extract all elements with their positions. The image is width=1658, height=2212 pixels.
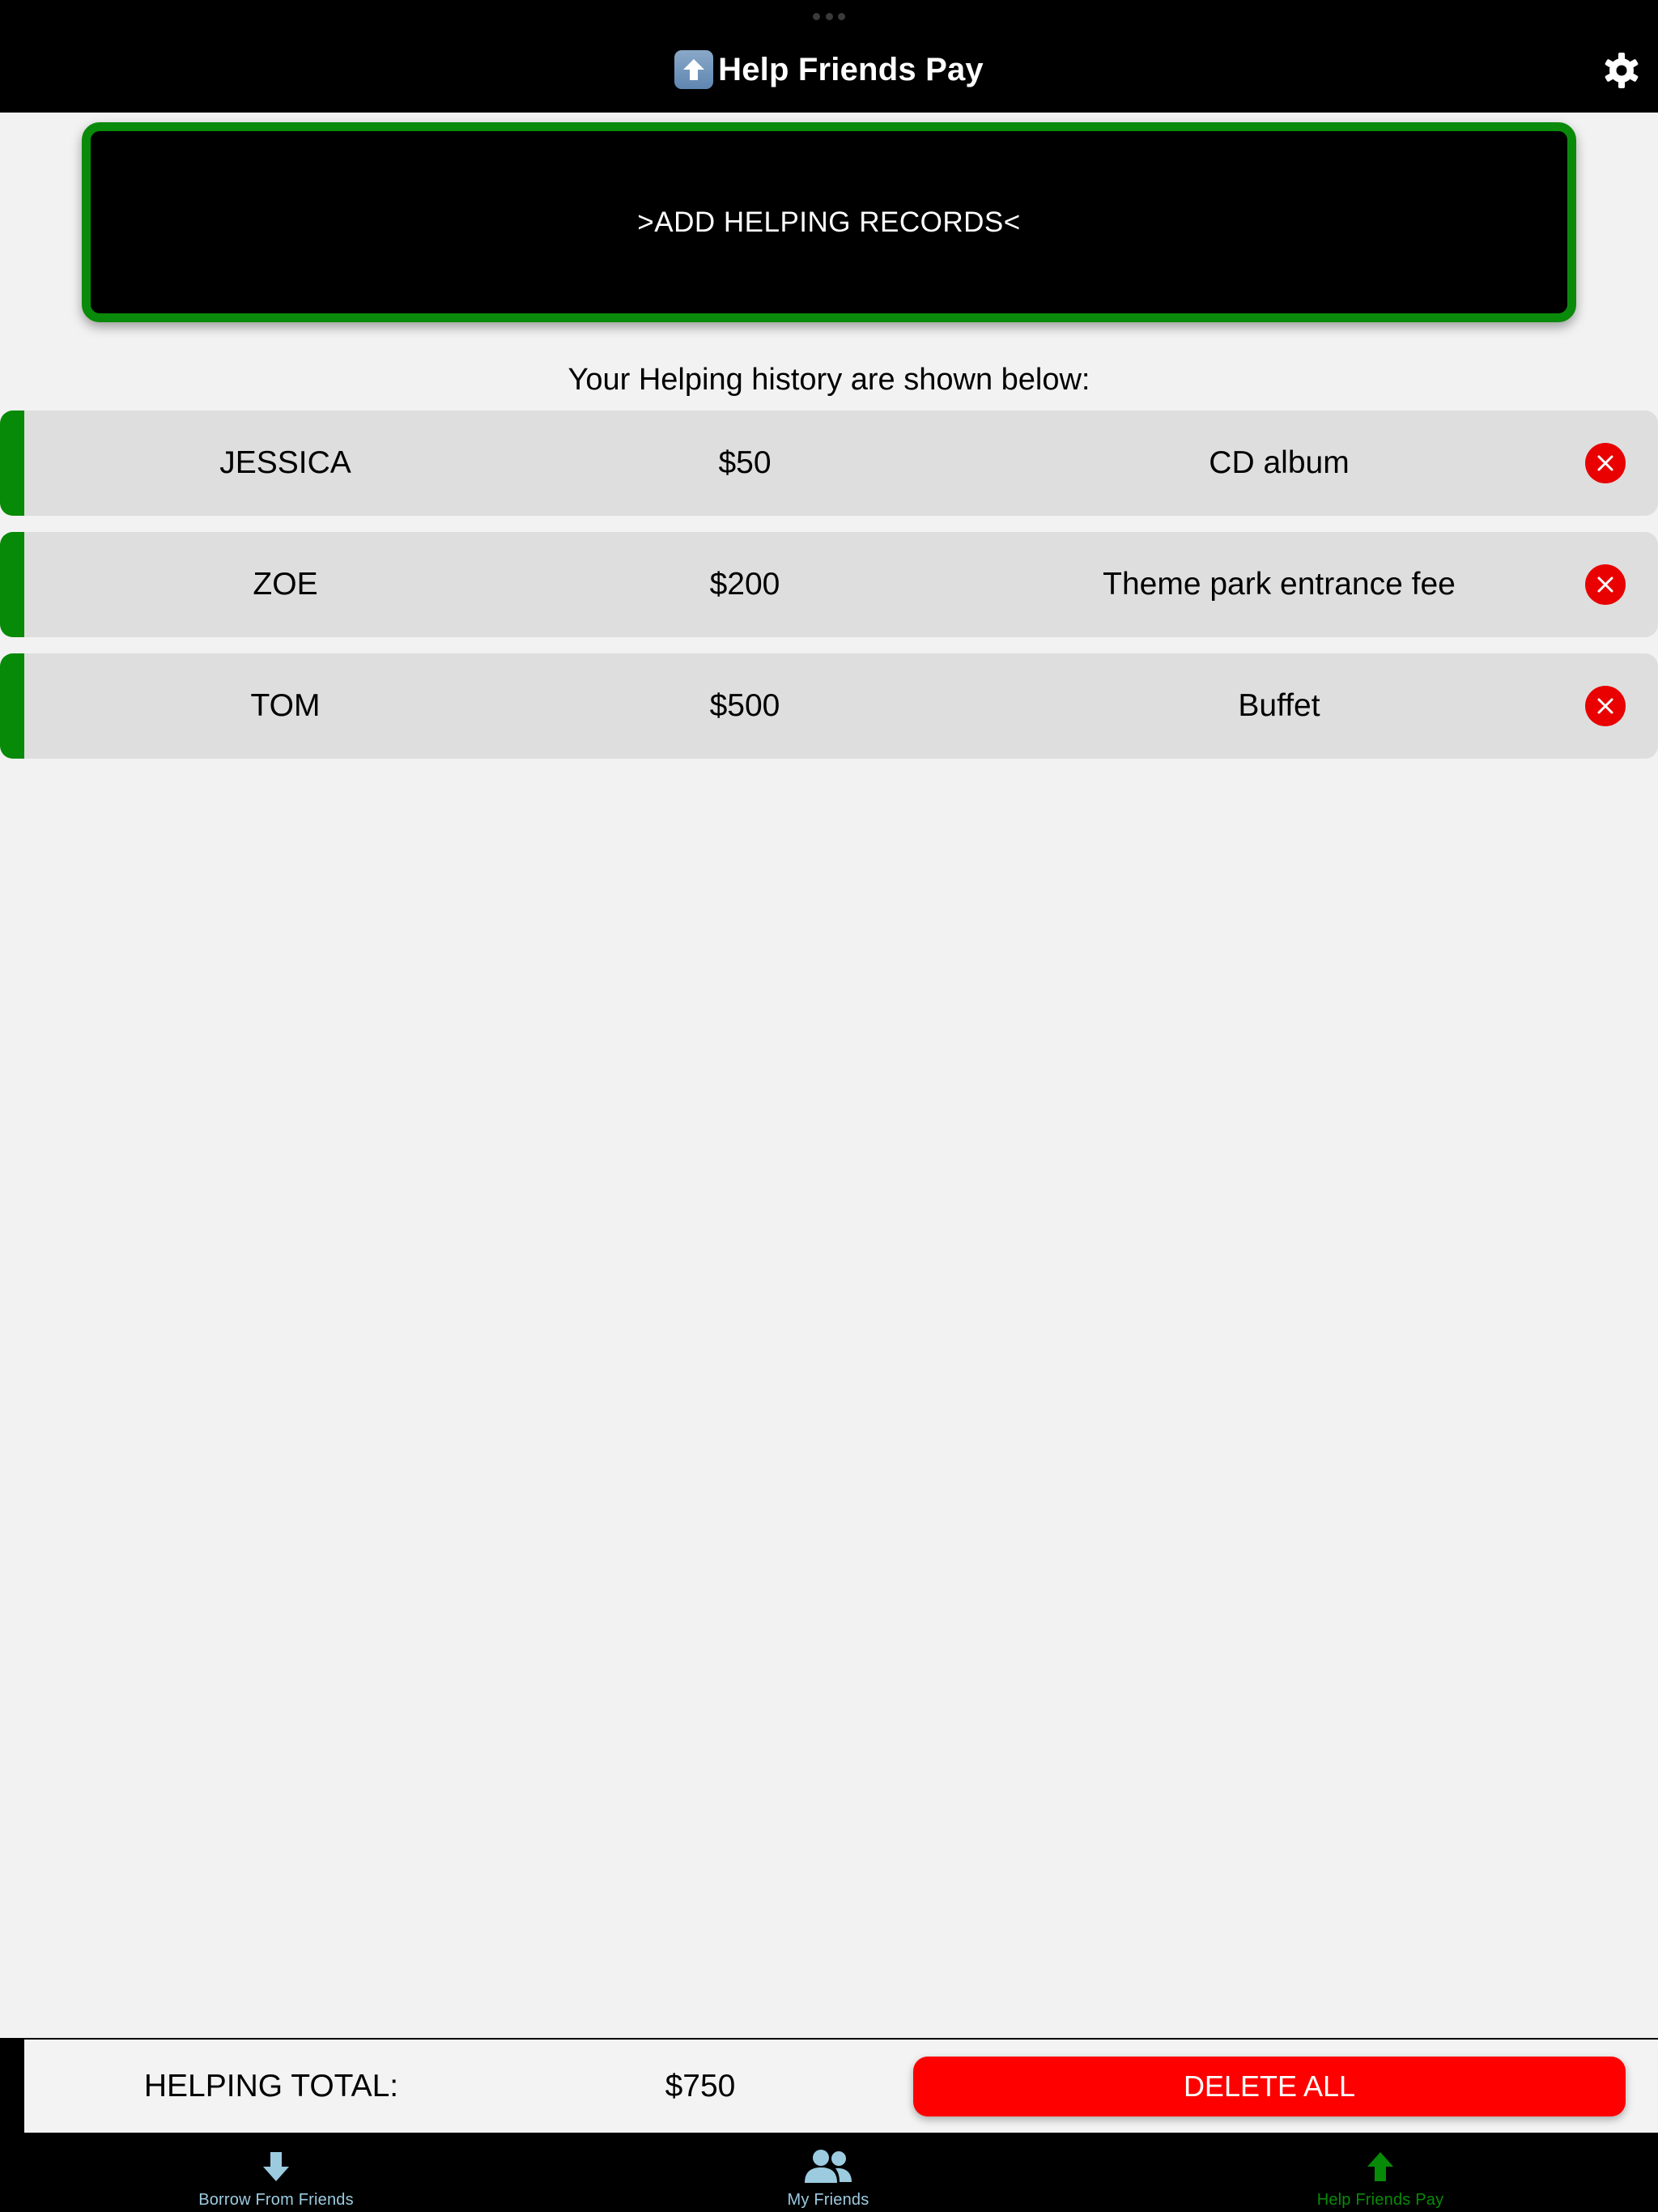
up-arrow-emoji-icon	[674, 50, 714, 89]
record-item: CD album	[1209, 445, 1350, 480]
settings-button[interactable]	[1601, 50, 1642, 91]
navigation-bar: Help Friends Pay	[0, 0, 1658, 113]
tab-bar: Borrow From Friends My Friends Help Frie…	[0, 2133, 1658, 2212]
add-helping-records-label: >ADD HELPING RECORDS<	[637, 206, 1021, 238]
record-amount: $500	[709, 688, 780, 723]
record-amount: $200	[709, 567, 780, 602]
record-row[interactable]: JESSICA $50 CD album	[0, 410, 1658, 516]
people-icon	[805, 2150, 852, 2183]
helping-total-label: HELPING TOTAL:	[143, 2068, 399, 2104]
add-helping-records-button[interactable]: >ADD HELPING RECORDS<	[82, 122, 1576, 322]
close-icon	[1597, 576, 1613, 593]
page-title: Help Friends Pay	[0, 50, 1658, 89]
helping-record-list: JESSICA $50 CD album ZOE $200 Theme park…	[0, 410, 1658, 775]
tab-help-friends-pay[interactable]: Help Friends Pay	[1104, 2133, 1656, 2212]
gear-icon	[1605, 53, 1639, 88]
up-arrow-icon	[1367, 2152, 1393, 2181]
record-friend-name: TOM	[250, 688, 321, 723]
tab-borrow-from-friends-label: Borrow From Friends	[198, 2191, 354, 2209]
multitasking-indicator[interactable]	[813, 11, 845, 21]
helping-total-value: $750	[665, 2068, 736, 2104]
delete-record-button[interactable]	[1585, 564, 1626, 605]
helping-total-bar: HELPING TOTAL: $750 DELETE ALL	[0, 2038, 1658, 2133]
record-friend-name: JESSICA	[219, 445, 351, 480]
record-accent-bar	[0, 532, 24, 637]
record-amount: $50	[718, 445, 772, 480]
total-accent-bar	[0, 2040, 24, 2133]
record-row[interactable]: ZOE $200 Theme park entrance fee	[0, 532, 1658, 637]
tab-borrow-from-friends[interactable]: Borrow From Friends	[0, 2133, 552, 2212]
record-item: Buffet	[1238, 688, 1320, 723]
record-item: Theme park entrance fee	[1103, 567, 1456, 602]
delete-all-button[interactable]: DELETE ALL	[913, 2057, 1626, 2116]
record-accent-bar	[0, 653, 24, 759]
record-accent-bar	[0, 410, 24, 516]
delete-record-button[interactable]	[1585, 686, 1626, 726]
close-icon	[1597, 698, 1613, 714]
record-row[interactable]: TOM $500 Buffet	[0, 653, 1658, 759]
close-icon	[1597, 455, 1613, 471]
delete-record-button[interactable]	[1585, 443, 1626, 483]
tab-my-friends-label: My Friends	[787, 2191, 869, 2209]
page-title-text: Help Friends Pay	[718, 51, 984, 87]
down-arrow-icon	[263, 2152, 289, 2181]
record-friend-name: ZOE	[253, 567, 318, 602]
tab-my-friends[interactable]: My Friends	[552, 2133, 1104, 2212]
tab-help-friends-pay-label: Help Friends Pay	[1316, 2191, 1444, 2209]
history-heading: Your Helping history are shown below:	[568, 363, 1090, 397]
